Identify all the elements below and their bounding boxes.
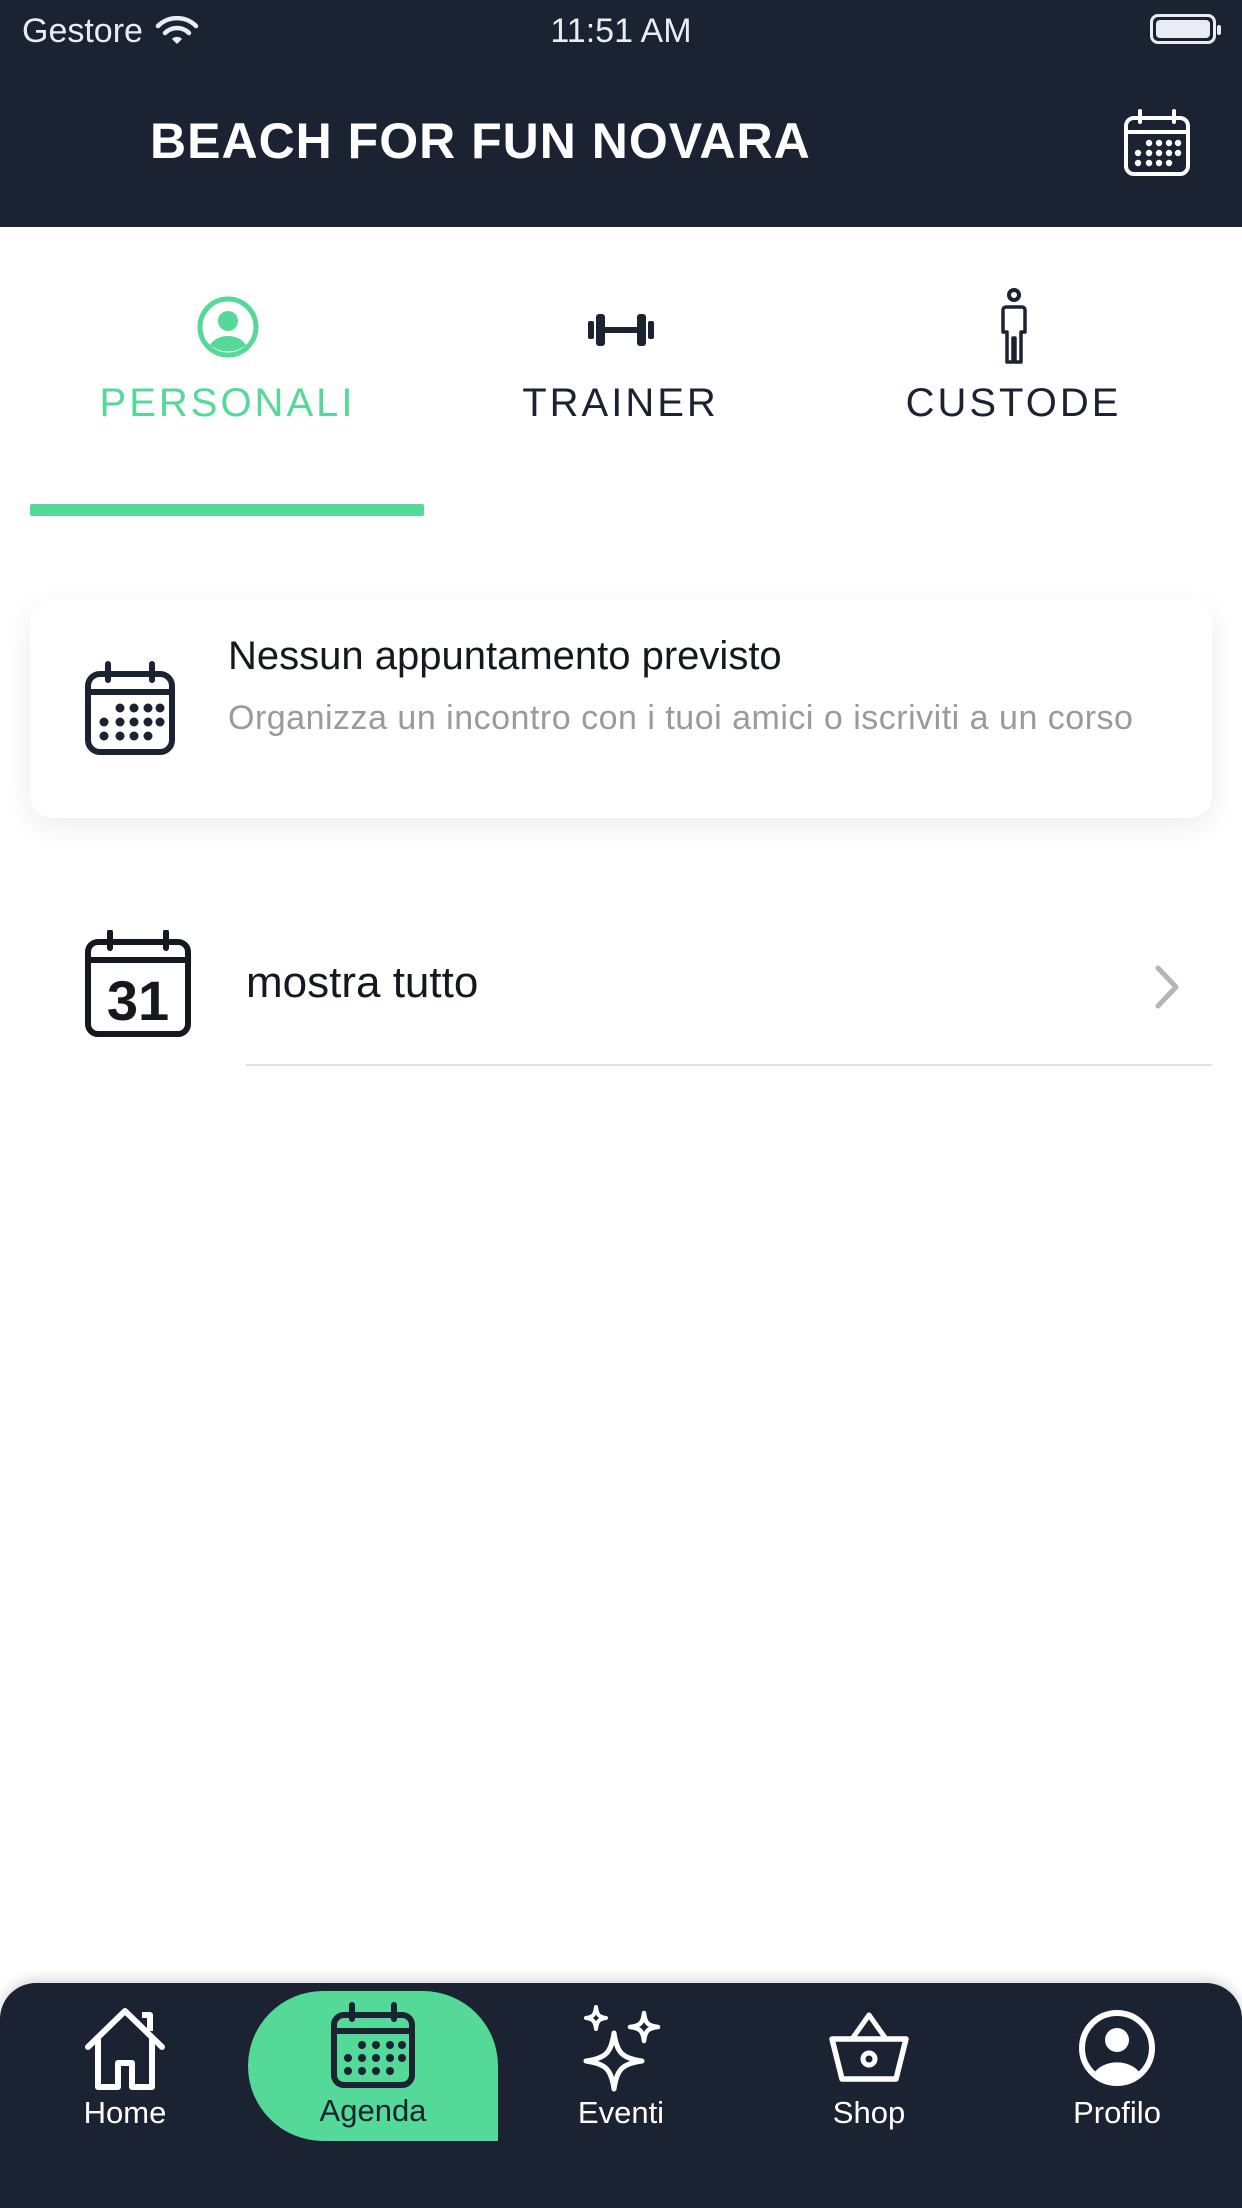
top-app-bar: Gestore 11:51 AM BEACH FOR FUN NOVARA — [0, 0, 1242, 227]
basket-icon — [829, 2012, 909, 2082]
user-circle-icon — [197, 296, 258, 358]
person-icon — [1000, 288, 1027, 364]
nav-label: Shop — [832, 2095, 906, 2130]
page-title: BEACH FOR FUN NOVARA — [150, 113, 811, 169]
divider — [246, 1064, 1212, 1066]
nav-eventi[interactable]: Eventi — [496, 1993, 746, 2143]
calendar-icon[interactable] — [1122, 108, 1192, 178]
status-bar: Gestore 11:51 AM — [0, 0, 1242, 60]
nav-label: Profilo — [1073, 2095, 1161, 2130]
home-icon — [85, 2008, 165, 2090]
nav-profilo[interactable]: Profilo — [992, 1993, 1242, 2143]
status-time: 11:51 AM — [550, 12, 692, 50]
calendar-31-icon: 31 — [85, 930, 191, 1037]
nav-home[interactable]: Home — [0, 1993, 250, 2143]
nav-shop[interactable]: Shop — [744, 1993, 994, 2143]
tab-label: PERSONALI — [99, 381, 356, 425]
nav-label: Home — [83, 2095, 167, 2130]
active-tab-indicator — [30, 504, 424, 516]
empty-state-card: Nessun appuntamento previsto Organizza u… — [30, 600, 1212, 818]
nav-label: Agenda — [319, 2093, 427, 2128]
calendar-icon — [331, 2002, 415, 2088]
tab-personali[interactable]: PERSONALI — [30, 287, 425, 426]
empty-state-subtitle: Organizza un incontro con i tuoi amici o… — [228, 699, 1134, 737]
tab-label: CUSTODE — [905, 381, 1122, 425]
nav-label: Eventi — [577, 2095, 665, 2130]
tab-custode[interactable]: CUSTODE — [816, 287, 1211, 426]
chevron-right-icon — [1155, 965, 1179, 1009]
calendar-icon — [85, 661, 175, 755]
battery-icon — [1150, 14, 1221, 44]
show-all-row[interactable]: 31 mostra tutto — [0, 920, 1242, 1066]
profile-icon — [1079, 2010, 1155, 2086]
calendar-day-number: 31 — [107, 969, 169, 1032]
dumbbell-icon — [587, 314, 654, 346]
show-all-label: mostra tutto — [246, 958, 479, 1007]
nav-agenda[interactable]: Agenda — [248, 1991, 498, 2141]
agenda-screen: Gestore 11:51 AM BEACH FOR FUN NOVARA PE… — [0, 0, 1242, 2208]
tab-label: TRAINER — [522, 381, 719, 425]
empty-state-title: Nessun appuntamento previsto — [228, 634, 782, 678]
bottom-nav: Home Agenda Eventi Shop Profilo — [0, 1983, 1242, 2208]
agenda-tabs: PERSONALI TRAINER CUSTODE — [0, 227, 1242, 517]
tab-trainer[interactable]: TRAINER — [423, 287, 818, 426]
sparkles-icon — [583, 2005, 661, 2092]
